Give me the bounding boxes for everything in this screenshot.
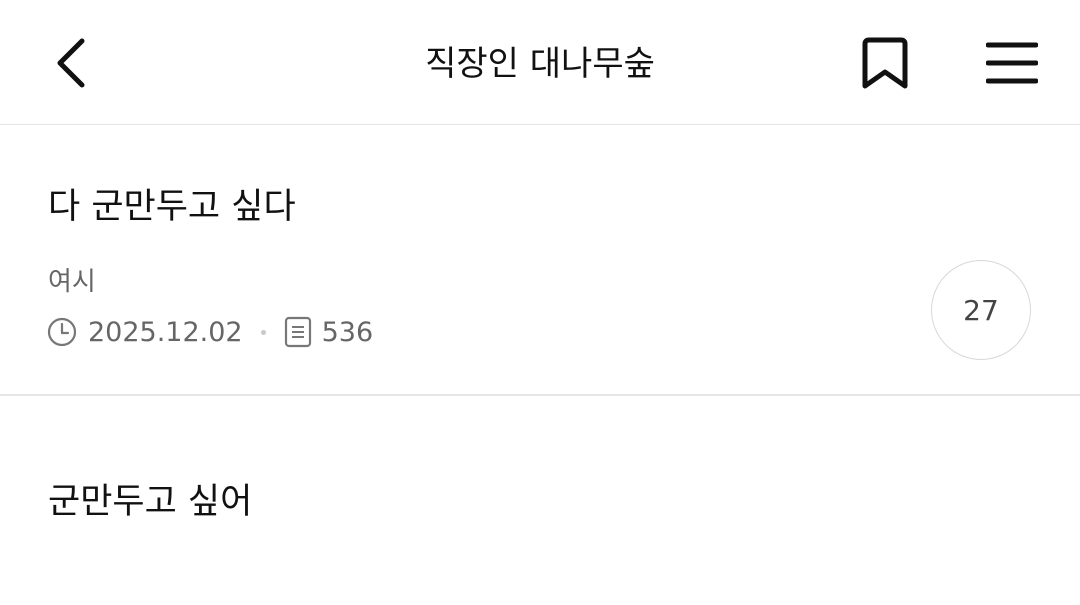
app-header: 직장인 대나무숲 bbox=[0, 0, 1080, 125]
bookmark-button[interactable] bbox=[852, 30, 918, 96]
post-list-item[interactable]: 다 군만두고 싶다 여시 2025.12.02 536 27 bbox=[0, 126, 1080, 396]
post-date: 2025.12.02 bbox=[88, 316, 243, 348]
hamburger-menu-icon bbox=[986, 42, 1038, 84]
separator-dot bbox=[260, 329, 266, 335]
post-meta: 2025.12.02 536 bbox=[46, 312, 373, 352]
page-title: 직장인 대나무숲 bbox=[425, 44, 655, 84]
post-list-item[interactable]: 군만두고 싶어 bbox=[0, 397, 1080, 605]
post-view-count: 536 bbox=[321, 316, 374, 348]
menu-button[interactable] bbox=[978, 30, 1046, 96]
post-author: 여시 bbox=[48, 267, 96, 297]
post-title: 다 군만두고 싶다 bbox=[48, 187, 296, 227]
clock-icon bbox=[46, 316, 78, 348]
post-title: 군만두고 싶어 bbox=[48, 482, 253, 522]
bookmark-icon bbox=[862, 37, 908, 89]
document-icon bbox=[284, 316, 312, 348]
comment-count-badge[interactable]: 27 bbox=[931, 260, 1031, 360]
